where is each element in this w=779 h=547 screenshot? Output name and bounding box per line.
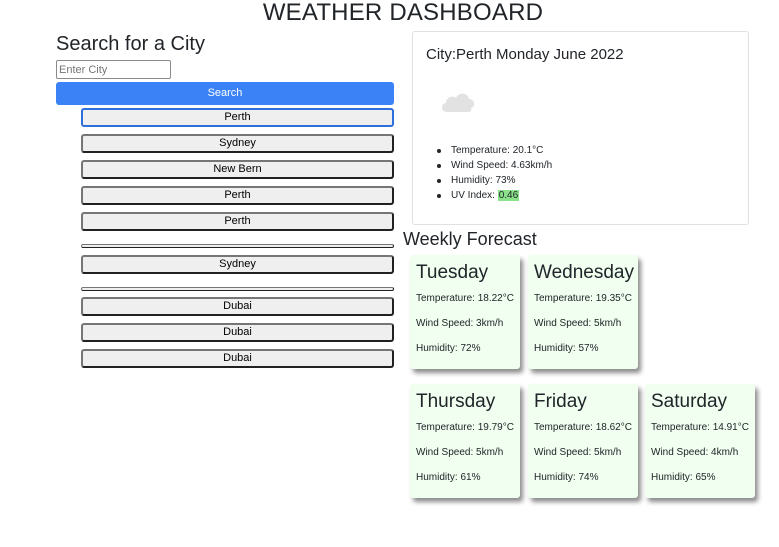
history-button[interactable]: Dubai: [81, 349, 394, 368]
history-button[interactable]: New Bern: [81, 160, 394, 179]
forecast-humidity: Humidity: 65%: [651, 472, 716, 483]
weather-dashboard-page: WEATHER DASHBOARD Search for a City Sear…: [0, 0, 779, 547]
current-conditions-list: Temperature: 20.1°C Wind Speed: 4.63km/h…: [437, 143, 552, 203]
uv-index-badge: 0.46: [497, 190, 520, 201]
forecast-temperature: Temperature: 19.79°C: [416, 422, 514, 433]
forecast-card: Friday Temperature: 18.62°C Wind Speed: …: [528, 384, 638, 498]
current-city-title: City:Perth Monday June 2022: [426, 46, 624, 63]
current-weather-card: City:Perth Monday June 2022 Temperature:…: [412, 31, 749, 225]
current-uv-index: UV Index: 0.46: [437, 188, 552, 203]
forecast-wind-speed: Wind Speed: 5km/h: [534, 318, 622, 329]
history-button-empty[interactable]: [81, 287, 394, 291]
forecast-wind-speed: Wind Speed: 4km/h: [651, 447, 739, 458]
history-button[interactable]: Perth: [81, 186, 394, 205]
weekly-forecast-heading: Weekly Forecast: [403, 229, 537, 249]
forecast-card: Tuesday Temperature: 18.22°C Wind Speed:…: [410, 255, 520, 369]
forecast-temperature: Temperature: 18.62°C: [534, 422, 632, 433]
forecast-humidity: Humidity: 57%: [534, 343, 599, 354]
history-button[interactable]: Sydney: [81, 255, 394, 274]
cloud-icon: [441, 93, 475, 112]
history-button[interactable]: Sydney: [81, 134, 394, 153]
forecast-wind-speed: Wind Speed: 5km/h: [534, 447, 622, 458]
current-humidity: Humidity: 73%: [437, 173, 552, 188]
forecast-day-name: Thursday: [416, 391, 496, 412]
city-search-input[interactable]: [56, 60, 171, 79]
page-title: WEATHER DASHBOARD: [262, 0, 544, 26]
forecast-card: Wednesday Temperature: 19.35°C Wind Spee…: [528, 255, 638, 369]
forecast-humidity: Humidity: 72%: [416, 343, 481, 354]
forecast-wind-speed: Wind Speed: 5km/h: [416, 447, 504, 458]
history-button-empty[interactable]: [81, 244, 394, 248]
current-wind-speed: Wind Speed: 4.63km/h: [437, 158, 552, 173]
history-button[interactable]: Perth: [81, 108, 394, 127]
forecast-card: Saturday Temperature: 14.91°C Wind Speed…: [645, 384, 755, 498]
current-temperature: Temperature: 20.1°C: [437, 143, 552, 158]
forecast-humidity: Humidity: 74%: [534, 472, 599, 483]
forecast-temperature: Temperature: 18.22°C: [416, 293, 514, 304]
search-button[interactable]: Search: [56, 82, 394, 105]
forecast-day-name: Saturday: [651, 391, 728, 412]
forecast-day-name: Tuesday: [416, 262, 489, 283]
history-button[interactable]: Perth: [81, 212, 394, 231]
search-heading: Search for a City: [56, 33, 205, 55]
forecast-temperature: Temperature: 14.91°C: [651, 422, 749, 433]
forecast-day-name: Friday: [534, 391, 587, 412]
forecast-wind-speed: Wind Speed: 3km/h: [416, 318, 504, 329]
history-button[interactable]: Dubai: [81, 297, 394, 316]
history-button[interactable]: Dubai: [81, 323, 394, 342]
uv-index-label: UV Index:: [451, 190, 495, 201]
forecast-day-name: Wednesday: [534, 262, 634, 283]
forecast-card: Thursday Temperature: 19.79°C Wind Speed…: [410, 384, 520, 498]
forecast-temperature: Temperature: 19.35°C: [534, 293, 632, 304]
forecast-humidity: Humidity: 61%: [416, 472, 481, 483]
